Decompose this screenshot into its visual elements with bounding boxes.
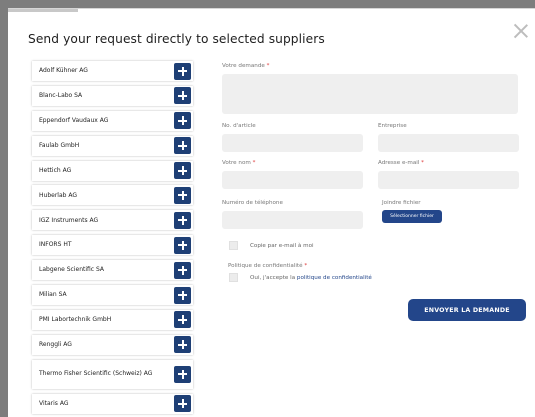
email-input[interactable] — [378, 171, 519, 189]
supplier-name: PMI Labortechnik GmbH — [39, 316, 112, 324]
politique-label-text: Politique de confidentialité — [228, 263, 303, 269]
supplier-item: Vitaris AG — [32, 393, 193, 414]
add-supplier-plus-icon[interactable] — [174, 236, 191, 254]
add-supplier-plus-icon[interactable] — [174, 286, 191, 304]
demande-label-text: Votre demande — [222, 63, 265, 69]
nom-label: Votre nom * — [222, 160, 255, 166]
supplier-name: Vitaris AG — [39, 399, 69, 407]
supplier-name: IGZ Instruments AG — [39, 216, 99, 224]
accept-text: Oui, j'accepte la politique de confident… — [250, 275, 372, 281]
supplier-name: Eppendorf Vaudaux AG — [39, 117, 109, 125]
demande-textarea[interactable] — [222, 74, 518, 114]
required-mark: * — [252, 160, 256, 166]
add-supplier-plus-icon[interactable] — [174, 186, 191, 204]
modal-top-strip — [8, 9, 78, 12]
supplier-item: INFORS HT — [32, 235, 193, 256]
privacy-policy-link[interactable]: politique de confidentialité — [297, 275, 372, 281]
supplier-item: Renggli AG — [32, 334, 193, 355]
nom-label-text: Votre nom — [222, 160, 251, 166]
demande-label: Votre demande * — [222, 63, 269, 69]
close-icon[interactable] — [513, 23, 529, 39]
article-input[interactable] — [222, 134, 363, 152]
add-supplier-plus-icon[interactable] — [174, 162, 191, 180]
article-label: No. d'article — [222, 123, 256, 129]
supplier-item: Adolf Kühner AG — [32, 61, 193, 81]
add-supplier-plus-icon[interactable] — [174, 87, 191, 105]
supplier-name: Thermo Fisher Scientific (Schweiz) AG — [39, 370, 153, 378]
supplier-name: INFORS HT — [39, 241, 72, 249]
accept-prefix: Oui, j'accepte la — [250, 275, 296, 281]
supplier-item: PMI Labortechnik GmbH — [32, 309, 193, 330]
add-supplier-plus-icon[interactable] — [174, 336, 191, 354]
politique-checkbox[interactable] — [229, 273, 238, 282]
entreprise-label: Entreprise — [378, 123, 407, 129]
select-file-button[interactable]: Sélectionner fichier — [382, 210, 442, 223]
email-label: Adresse e-mail * — [378, 160, 424, 166]
telephone-input[interactable] — [222, 211, 363, 229]
telephone-label: Numéro de téléphone — [222, 200, 283, 206]
add-supplier-plus-icon[interactable] — [174, 112, 191, 130]
add-supplier-plus-icon[interactable] — [174, 211, 191, 229]
supplier-item: Huberlab AG — [32, 185, 193, 206]
email-label-text: Adresse e-mail — [378, 160, 420, 166]
add-supplier-plus-icon[interactable] — [174, 137, 191, 155]
supplier-list: Adolf Kühner AG Blanc-Labo SA Eppendorf … — [32, 61, 195, 417]
supplier-name: Blanc-Labo SA — [39, 92, 83, 100]
supplier-item: IGZ Instruments AG — [32, 210, 193, 231]
supplier-name: Faulab GmbH — [39, 141, 80, 149]
required-mark: * — [421, 160, 424, 166]
supplier-name: Milian SA — [39, 291, 67, 299]
copie-label: Copie par e-mail à moi — [250, 243, 314, 249]
required-mark: * — [304, 263, 308, 269]
add-supplier-plus-icon[interactable] — [174, 395, 191, 413]
supplier-name: Hettich AG — [39, 166, 72, 174]
add-supplier-plus-icon[interactable] — [174, 311, 191, 329]
add-supplier-plus-icon[interactable] — [174, 261, 191, 279]
supplier-item: Blanc-Labo SA — [32, 85, 193, 106]
entreprise-input[interactable] — [378, 134, 519, 152]
supplier-item: Hettich AG — [32, 160, 193, 181]
supplier-item: Labgene Scientific SA — [32, 260, 193, 281]
supplier-item: Faulab GmbH — [32, 135, 193, 156]
supplier-item: Thermo Fisher Scientific (Schweiz) AG — [32, 359, 193, 389]
add-supplier-plus-icon[interactable] — [174, 62, 191, 80]
required-mark: * — [266, 63, 270, 69]
add-supplier-plus-icon[interactable] — [174, 365, 191, 383]
supplier-item: Eppendorf Vaudaux AG — [32, 110, 193, 131]
supplier-name: Renggli AG — [39, 341, 72, 349]
nom-input[interactable] — [222, 171, 363, 189]
request-modal: Send your request directly to selected s… — [8, 8, 535, 417]
supplier-name: Labgene Scientific SA — [39, 266, 105, 274]
supplier-name: Adolf Kühner AG — [39, 67, 88, 75]
modal-title: Send your request directly to selected s… — [28, 32, 325, 46]
supplier-name: Huberlab AG — [39, 191, 77, 199]
politique-label: Politique de confidentialité * — [228, 263, 307, 269]
submit-button[interactable]: ENVOYER LA DEMANDE — [408, 299, 526, 321]
copie-checkbox[interactable] — [229, 241, 238, 250]
supplier-item: Milian SA — [32, 285, 193, 306]
fichier-label: Joindre fichier — [382, 200, 421, 206]
